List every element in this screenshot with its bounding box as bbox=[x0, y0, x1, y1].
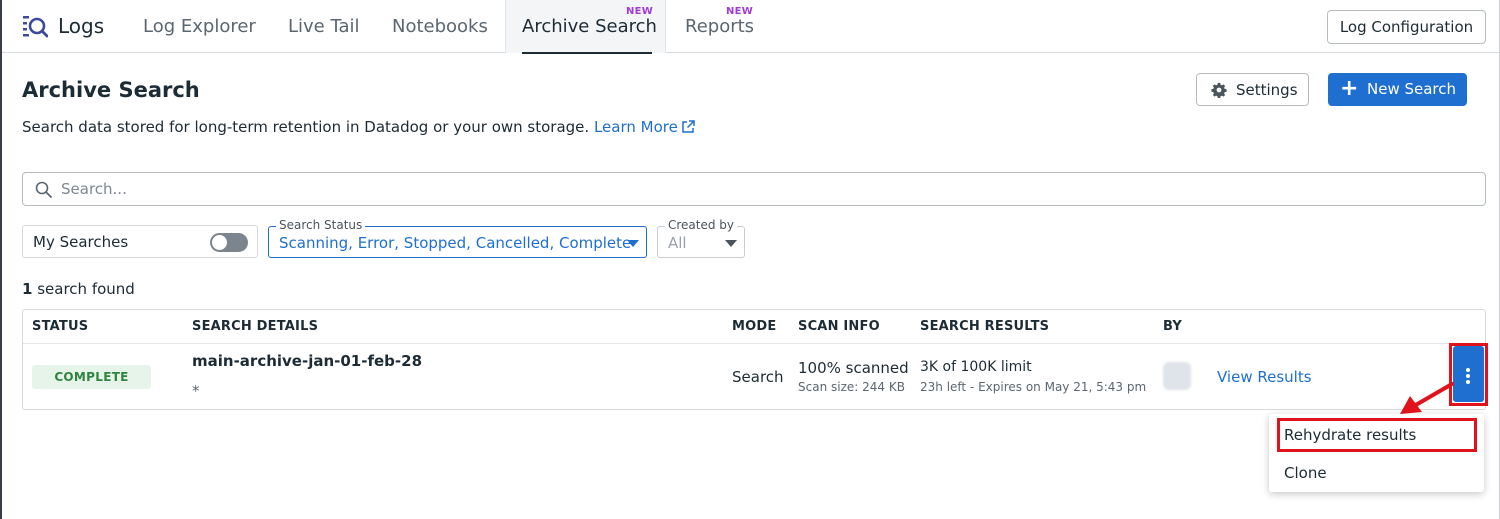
result-count-number: 1 bbox=[22, 280, 33, 298]
created-by-legend: Created by bbox=[665, 218, 738, 232]
search-results-expiry: 23h left - Expires on May 21, 5:43 pm bbox=[920, 380, 1147, 394]
new-search-button[interactable]: + New Search bbox=[1328, 73, 1467, 106]
table-header: STATUS SEARCH DETAILS MODE SCAN INFO SEA… bbox=[23, 310, 1485, 344]
avatar bbox=[1163, 362, 1191, 390]
tab-live-tail[interactable]: Live Tail bbox=[288, 16, 360, 37]
created-by-value: All bbox=[668, 234, 687, 252]
search-query: * bbox=[192, 382, 200, 400]
search-name[interactable]: main-archive-jan-01-feb-28 bbox=[192, 352, 422, 370]
learn-more-link[interactable]: Learn More bbox=[594, 118, 695, 136]
window-left-edge bbox=[0, 0, 2, 519]
column-header-search-results: SEARCH RESULTS bbox=[920, 319, 1050, 334]
searches-table: STATUS SEARCH DETAILS MODE SCAN INFO SEA… bbox=[22, 309, 1486, 410]
created-by-select[interactable]: Created by All bbox=[657, 218, 745, 258]
settings-label: Settings bbox=[1236, 81, 1298, 99]
column-header-scan-info: SCAN INFO bbox=[798, 319, 880, 334]
tab-archive-search[interactable]: Archive Search NEW bbox=[505, 0, 666, 54]
toggle-knob bbox=[212, 235, 227, 250]
search-input[interactable] bbox=[61, 176, 1461, 202]
search-status-value: Scanning, Error, Stopped, Cancelled, Com… bbox=[279, 234, 632, 252]
view-results-link[interactable]: View Results bbox=[1217, 368, 1312, 386]
search-status-select[interactable]: Search Status Scanning, Error, Stopped, … bbox=[268, 218, 647, 258]
my-searches-toggle[interactable] bbox=[210, 233, 248, 252]
logs-logo-icon bbox=[23, 16, 48, 38]
tab-archive-search-label: Archive Search bbox=[522, 16, 657, 37]
my-searches-label: My Searches bbox=[33, 233, 129, 251]
search-bar bbox=[22, 172, 1486, 206]
search-results-limit: 3K of 100K limit bbox=[920, 359, 1032, 375]
column-header-mode: MODE bbox=[732, 319, 777, 334]
active-tab-indicator bbox=[522, 52, 652, 54]
search-mode: Search bbox=[732, 368, 784, 386]
result-count-suffix: search found bbox=[37, 280, 135, 298]
column-header-search-details: SEARCH DETAILS bbox=[192, 319, 319, 334]
app-title[interactable]: Logs bbox=[58, 14, 104, 38]
new-badge: NEW bbox=[626, 6, 654, 17]
page-title: Archive Search bbox=[22, 78, 200, 102]
new-search-label: New Search bbox=[1367, 80, 1457, 98]
learn-more-label: Learn More bbox=[593, 118, 678, 136]
tab-log-explorer[interactable]: Log Explorer bbox=[143, 16, 256, 37]
scan-size: Scan size: 244 KB bbox=[798, 380, 905, 394]
subtitle-text: Search data stored for long-term retenti… bbox=[22, 118, 590, 136]
new-badge: NEW bbox=[726, 6, 754, 17]
column-header-by: BY bbox=[1163, 319, 1183, 334]
chevron-down-icon bbox=[627, 240, 639, 247]
plus-icon: + bbox=[1340, 76, 1359, 101]
external-link-icon bbox=[682, 120, 695, 133]
result-count: 1 search found bbox=[22, 280, 135, 298]
settings-button[interactable]: Settings bbox=[1196, 73, 1309, 106]
status-badge: COMPLETE bbox=[32, 365, 151, 389]
annotation-arrow-icon bbox=[1400, 382, 1454, 414]
top-nav: Logs Log Explorer Live Tail Notebooks Ar… bbox=[2, 0, 1499, 54]
gear-icon bbox=[1211, 82, 1227, 98]
log-configuration-button[interactable]: Log Configuration bbox=[1327, 10, 1486, 44]
my-searches-filter: My Searches bbox=[22, 225, 258, 258]
search-icon bbox=[35, 181, 52, 198]
column-header-status: STATUS bbox=[32, 319, 89, 334]
page-subtitle: Search data stored for long-term retenti… bbox=[22, 118, 695, 136]
tab-notebooks[interactable]: Notebooks bbox=[392, 16, 488, 37]
scan-info: 100% scanned bbox=[798, 359, 909, 377]
annotation-highlight-box bbox=[1277, 418, 1477, 452]
menu-item-clone[interactable]: Clone bbox=[1284, 464, 1327, 482]
chevron-down-icon bbox=[725, 240, 737, 247]
search-status-legend: Search Status bbox=[276, 218, 366, 232]
tab-reports[interactable]: Reports bbox=[685, 16, 754, 37]
